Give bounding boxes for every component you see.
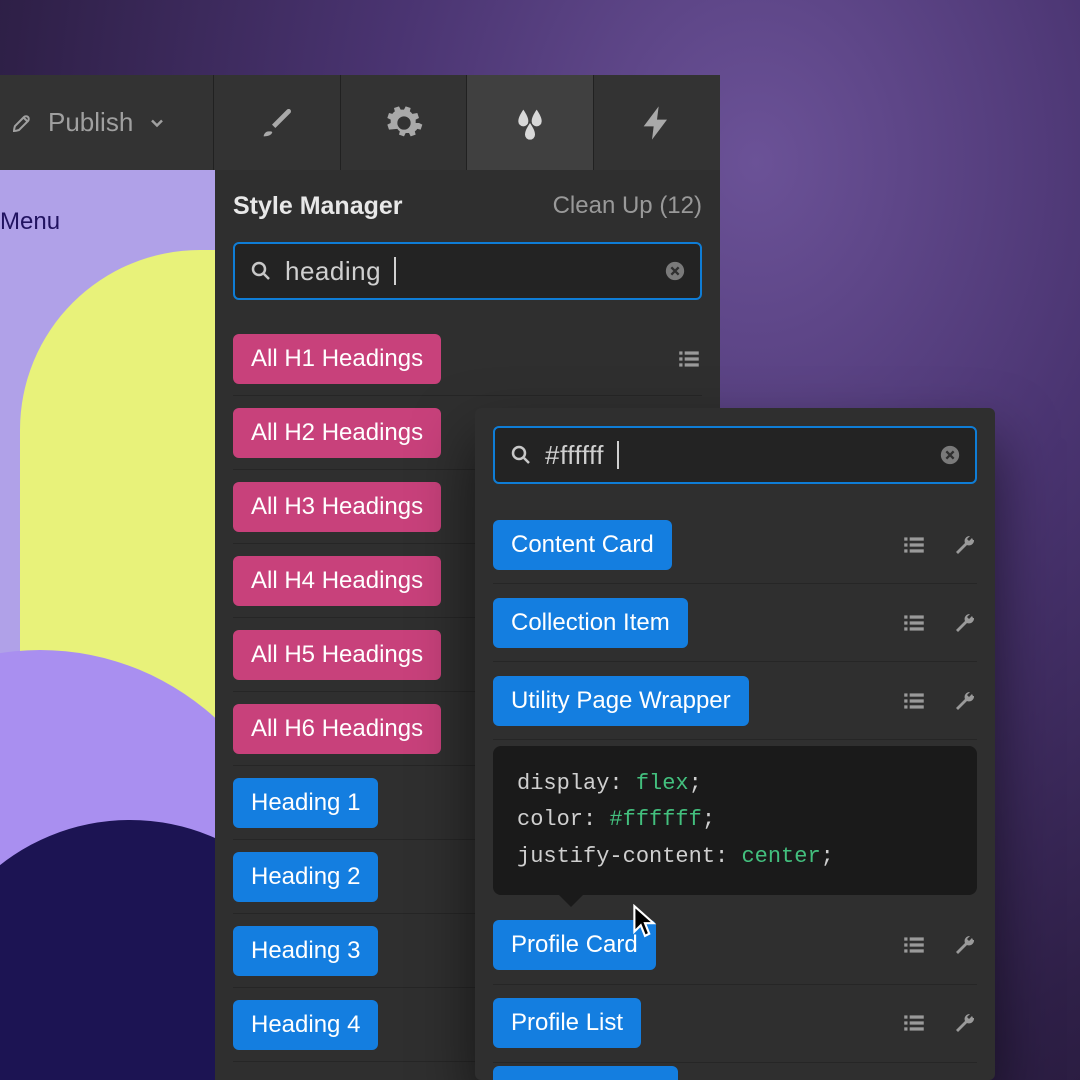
style-chip[interactable]: All H4 Headings <box>233 556 441 606</box>
gear-icon <box>384 103 424 143</box>
style-chip[interactable]: Heading 3 <box>233 926 378 976</box>
style-chip[interactable]: Collection Item <box>493 598 688 648</box>
tab-interactions[interactable] <box>593 75 720 170</box>
wrench-icon[interactable] <box>953 1011 977 1035</box>
row-actions <box>901 532 977 558</box>
value-search-panel: #ffffff Content Card Collection Item Utili… <box>475 408 995 1080</box>
value-result-row[interactable]: Profile Card <box>493 907 977 985</box>
row-actions <box>901 932 977 958</box>
stage: Menu Publish <box>0 0 1080 1080</box>
list-icon[interactable] <box>901 610 927 636</box>
wrench-icon[interactable] <box>953 611 977 635</box>
text-caret <box>617 441 619 469</box>
publish-label: Publish <box>48 107 133 138</box>
search-icon <box>249 259 273 283</box>
list-icon[interactable] <box>901 532 927 558</box>
value-result-row[interactable]: Profile List <box>493 985 977 1063</box>
clear-icon[interactable] <box>939 444 961 466</box>
row-actions <box>901 1010 977 1036</box>
panel-title: Style Manager <box>233 192 403 221</box>
list-icon[interactable] <box>901 1010 927 1036</box>
clear-icon[interactable] <box>664 260 686 282</box>
style-chip[interactable]: Profile Card <box>493 920 656 970</box>
style-chip[interactable]: All H3 Headings <box>233 482 441 532</box>
tab-settings[interactable] <box>340 75 467 170</box>
rocket-icon <box>10 111 34 135</box>
chevron-down-icon <box>147 113 167 133</box>
value-results-list: Content Card Collection Item Utility Page … <box>493 506 977 1080</box>
publish-button[interactable]: Publish <box>0 75 213 170</box>
search-value: heading <box>285 256 381 287</box>
style-chip[interactable]: Collection List <box>493 1066 678 1080</box>
css-preview-tooltip: display: flex;color: #ffffff;justify-con… <box>493 746 977 895</box>
top-toolbar: Publish <box>0 75 720 170</box>
list-icon[interactable] <box>901 932 927 958</box>
value-result-row[interactable]: Collection List <box>493 1063 977 1080</box>
panel-header: Style Manager Clean Up (12) <box>233 170 702 242</box>
style-result-row[interactable]: All H1 Headings <box>233 322 702 396</box>
search-value: #ffffff <box>545 440 604 471</box>
style-chip[interactable]: All H6 Headings <box>233 704 441 754</box>
wrench-icon[interactable] <box>953 689 977 713</box>
style-search-input[interactable]: heading <box>233 242 702 300</box>
brush-icon <box>257 103 297 143</box>
style-chip[interactable]: Utility Page Wrapper <box>493 676 749 726</box>
style-chip[interactable]: All H2 Headings <box>233 408 441 458</box>
value-result-row[interactable]: Collection Item <box>493 584 977 662</box>
droplets-icon <box>510 103 550 143</box>
style-chip[interactable]: Heading 1 <box>233 778 378 828</box>
style-chip[interactable]: Heading 4 <box>233 1000 378 1050</box>
row-actions <box>901 610 977 636</box>
canvas-area: Menu <box>0 170 215 1080</box>
search-icon <box>509 443 533 467</box>
style-chip[interactable]: Profile List <box>493 998 641 1048</box>
decorative-shape <box>0 820 215 1080</box>
tab-style-manager[interactable] <box>466 75 593 170</box>
cleanup-button[interactable]: Clean Up (12) <box>553 192 702 220</box>
wrench-icon[interactable] <box>953 533 977 557</box>
style-chip[interactable]: Content Card <box>493 520 672 570</box>
list-icon[interactable] <box>676 346 702 372</box>
style-chip[interactable]: Heading 2 <box>233 852 378 902</box>
style-chip[interactable]: All H5 Headings <box>233 630 441 680</box>
tab-brush[interactable] <box>213 75 340 170</box>
list-icon[interactable] <box>901 688 927 714</box>
bolt-icon <box>637 103 677 143</box>
style-chip[interactable]: All H1 Headings <box>233 334 441 384</box>
value-result-row[interactable]: Content Card <box>493 506 977 584</box>
value-search-input[interactable]: #ffffff <box>493 426 977 484</box>
text-caret <box>394 257 396 285</box>
value-result-row[interactable]: Utility Page Wrapper <box>493 662 977 740</box>
wrench-icon[interactable] <box>953 933 977 957</box>
canvas-menu-label: Menu <box>0 208 60 236</box>
row-actions <box>901 688 977 714</box>
